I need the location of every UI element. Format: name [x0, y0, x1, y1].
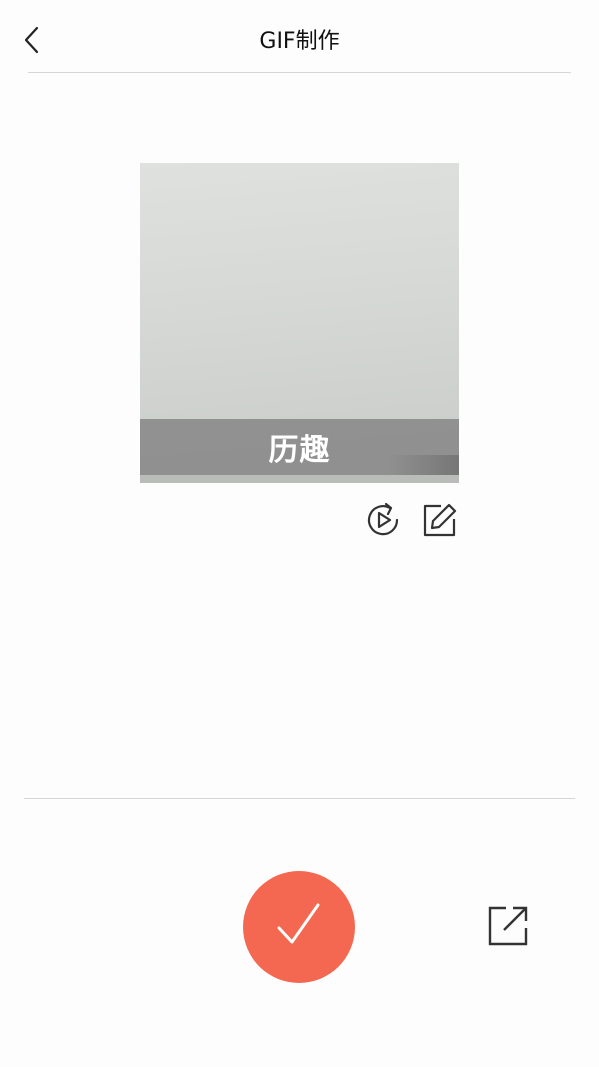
- preview-bottom-strip: [140, 475, 459, 483]
- share-external-icon: [486, 904, 530, 952]
- share-button[interactable]: [486, 906, 530, 950]
- gif-preview[interactable]: 历趣: [140, 163, 459, 483]
- preview-caption: 历趣: [268, 433, 331, 468]
- caption-bar: 历趣: [140, 419, 459, 479]
- bottom-divider: [24, 798, 575, 799]
- edit-icon: [421, 501, 459, 543]
- replay-button[interactable]: [364, 501, 402, 543]
- page-title: GIF制作: [259, 29, 340, 54]
- confirm-button[interactable]: [243, 871, 355, 983]
- header: GIF制作: [0, 0, 599, 84]
- header-divider: [28, 72, 571, 73]
- play-replay-icon: [364, 501, 402, 543]
- checkmark-icon: [269, 895, 329, 959]
- edit-button[interactable]: [421, 503, 459, 541]
